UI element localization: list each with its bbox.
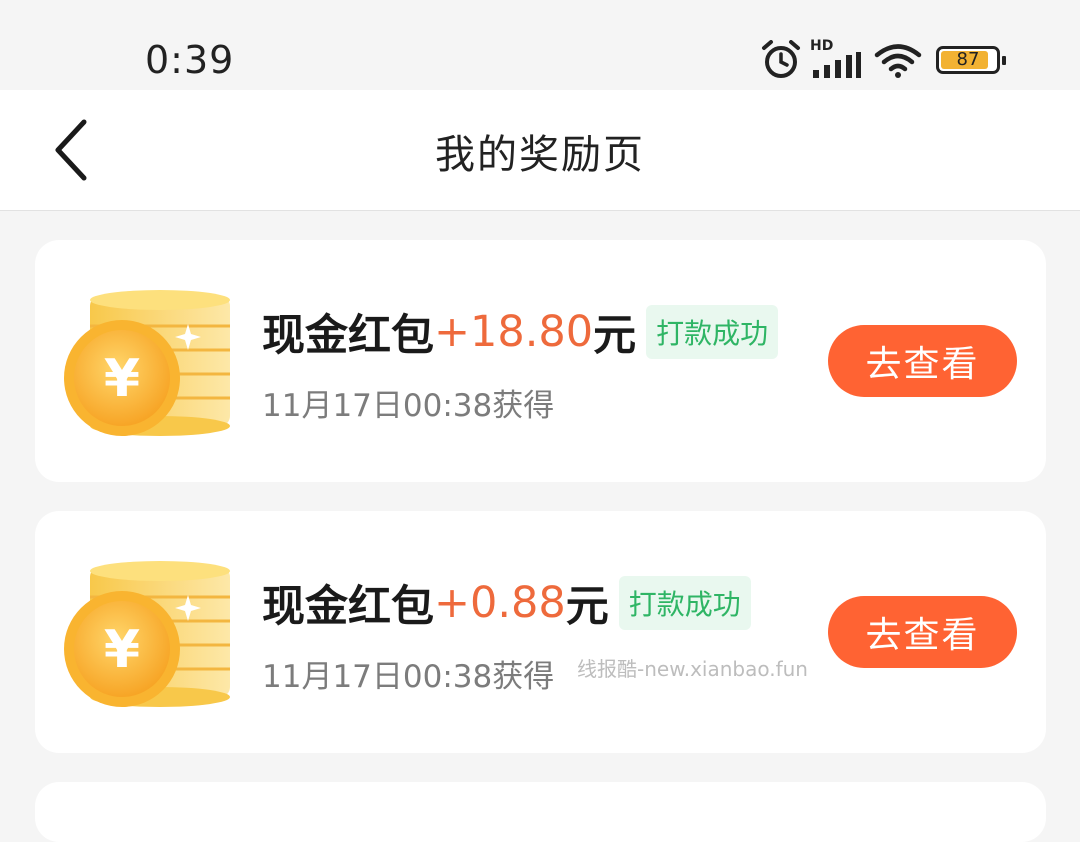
gold-coin-stack-icon: ¥ <box>64 290 230 436</box>
page-title: 我的奖励页 <box>435 132 645 178</box>
nav-bar: 我的奖励页 <box>0 90 1080 211</box>
reward-title: 现金红包 <box>262 582 434 632</box>
reward-amount: +18.80 <box>434 307 594 357</box>
reward-line: 现金红包 +18.80 元 打款成功 <box>262 302 779 362</box>
svg-text:¥: ¥ <box>104 620 140 680</box>
reward-line: 现金红包 +0.88 元 打款成功 <box>262 573 751 633</box>
battery-icon: 87 <box>936 46 1006 74</box>
reward-title: 现金红包 <box>262 311 434 361</box>
gold-coin-stack-icon: ¥ <box>64 561 230 707</box>
reward-card: ¥ 现金红包 +18.80 元 打款成功 11月17日00:38获得 去查看 <box>35 240 1046 482</box>
wifi-icon <box>874 44 922 78</box>
reward-unit: 元 <box>593 311 637 361</box>
watermark: 线报酷-new.xianbao.fun <box>577 657 808 681</box>
view-button[interactable]: 去查看 <box>828 596 1017 668</box>
svg-text:¥: ¥ <box>104 349 140 409</box>
signal-icon <box>813 52 861 78</box>
reward-unit: 元 <box>565 582 609 632</box>
battery-level: 87 <box>956 49 980 70</box>
alarm-icon <box>762 40 800 78</box>
status-badge: 打款成功 <box>646 305 779 359</box>
reward-amount: +0.88 <box>434 578 566 628</box>
reward-time: 11月17日00:38获得 <box>262 659 555 695</box>
reward-card-partial <box>35 782 1046 842</box>
reward-card: ¥ 现金红包 +0.88 元 打款成功 11月17日00:38获得 线报酷-ne… <box>35 511 1046 753</box>
status-bar: 0:39 HD 87 <box>0 0 1080 90</box>
status-time: 0:39 <box>145 38 235 82</box>
reward-time: 11月17日00:38获得 <box>262 388 555 424</box>
status-badge: 打款成功 <box>618 576 751 630</box>
view-button[interactable]: 去查看 <box>828 325 1017 397</box>
